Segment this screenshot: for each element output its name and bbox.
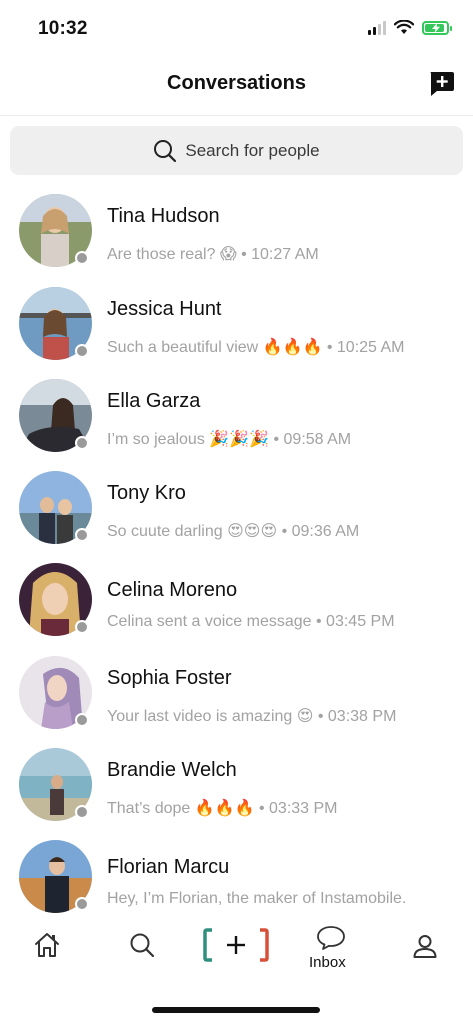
wifi-icon bbox=[394, 20, 414, 34]
contact-name: Florian Marcu bbox=[107, 856, 230, 878]
conversation-item[interactable]: Brandie Welch That’s dope 🔥🔥🔥 • 03:33 PM bbox=[0, 748, 473, 836]
message-preview: That’s dope 🔥🔥🔥 • 03:33 PM bbox=[107, 800, 338, 817]
search-icon bbox=[130, 933, 155, 958]
page-title: Conversations bbox=[167, 72, 306, 94]
home-indicator bbox=[152, 1007, 320, 1013]
tab-profile[interactable] bbox=[412, 933, 438, 964]
conversation-item[interactable]: Celina Moreno Celina sent a voice messag… bbox=[0, 563, 473, 651]
conversation-item[interactable]: Florian Marcu Hey, I’m Florian, the make… bbox=[0, 840, 473, 916]
tab-inbox[interactable] bbox=[316, 925, 346, 956]
profile-icon bbox=[413, 935, 437, 958]
contact-name: Ella Garza bbox=[107, 390, 201, 412]
tab-bar bbox=[0, 918, 473, 998]
home-icon bbox=[35, 933, 59, 957]
status-icons bbox=[368, 20, 452, 35]
presence-dot bbox=[75, 251, 89, 265]
status-time: 10:32 bbox=[38, 18, 88, 39]
presence-dot bbox=[75, 528, 89, 542]
cellular-signal-icon bbox=[368, 20, 386, 35]
message-preview: I’m so jealous 🎉🎉🎉 • 09:58 AM bbox=[107, 431, 352, 448]
conversation-item[interactable]: Tina Hudson Are those real? 😱 • 10:27 AM bbox=[0, 194, 473, 282]
compose-button[interactable] bbox=[427, 69, 457, 99]
tab-home[interactable] bbox=[33, 931, 61, 964]
search-placeholder: Search for people bbox=[185, 140, 320, 160]
message-preview: Such a beautiful view 🔥🔥🔥 • 10:25 AM bbox=[107, 339, 405, 356]
message-preview: Are those real? 😱 • 10:27 AM bbox=[107, 246, 319, 263]
presence-dot bbox=[75, 620, 89, 634]
message-preview: So cuute darling 😍😍😍 • 09:36 AM bbox=[107, 523, 360, 540]
conversations-screen: 10:32 Conversations Search for people Ti… bbox=[0, 0, 473, 1024]
message-preview: Your last video is amazing 😍 • 03:38 PM bbox=[107, 708, 397, 725]
chat-bubble-icon bbox=[317, 926, 345, 950]
battery-icon bbox=[422, 20, 452, 35]
header: Conversations bbox=[0, 56, 473, 116]
presence-dot bbox=[75, 713, 89, 727]
tab-search[interactable] bbox=[128, 931, 156, 964]
presence-dot bbox=[75, 436, 89, 450]
tab-create-post[interactable] bbox=[203, 928, 269, 967]
conversation-item[interactable]: Sophia Foster Your last video is amazing… bbox=[0, 656, 473, 744]
presence-dot bbox=[75, 897, 89, 911]
conversation-item[interactable]: Jessica Hunt Such a beautiful view 🔥🔥🔥 •… bbox=[0, 287, 473, 375]
search-icon bbox=[154, 139, 177, 162]
presence-dot bbox=[75, 805, 89, 819]
message-preview: Celina sent a voice message • 03:45 PM bbox=[107, 613, 395, 630]
tab-inbox-label[interactable]: Inbox bbox=[309, 954, 346, 971]
contact-name: Brandie Welch bbox=[107, 759, 237, 781]
contact-name: Tina Hudson bbox=[107, 205, 220, 227]
contact-name: Jessica Hunt bbox=[107, 298, 222, 320]
message-preview: Hey, I’m Florian, the maker of Instamobi… bbox=[107, 890, 407, 907]
create-post-icon bbox=[203, 928, 269, 962]
conversation-list[interactable]: Tina Hudson Are those real? 😱 • 10:27 AM… bbox=[0, 186, 473, 916]
status-bar: 10:32 bbox=[0, 0, 473, 56]
presence-dot bbox=[75, 344, 89, 358]
conversation-item[interactable]: Ella Garza I’m so jealous 🎉🎉🎉 • 09:58 AM bbox=[0, 379, 473, 467]
compose-message-icon bbox=[430, 72, 454, 96]
contact-name: Celina Moreno bbox=[107, 579, 238, 601]
contact-name: Sophia Foster bbox=[107, 667, 232, 689]
contact-name: Tony Kro bbox=[107, 482, 186, 504]
conversation-item[interactable]: Tony Kro So cuute darling 😍😍😍 • 09:36 AM bbox=[0, 471, 473, 559]
search-input[interactable]: Search for people bbox=[10, 126, 463, 175]
